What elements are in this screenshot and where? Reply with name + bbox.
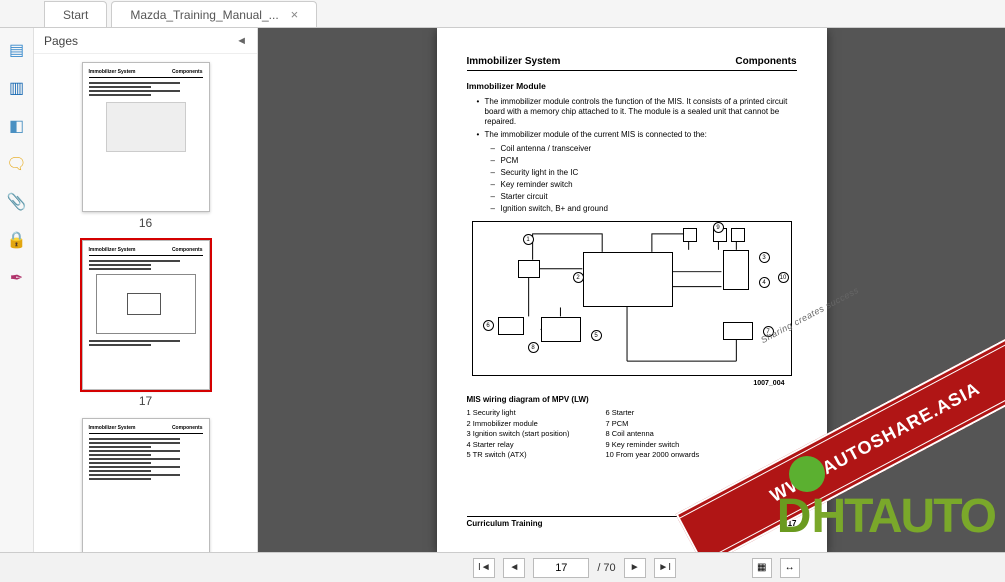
callout: 2 xyxy=(573,272,584,283)
close-icon[interactable]: × xyxy=(291,7,299,22)
page-footer-left: Curriculum Training xyxy=(467,519,543,528)
sidebar-title: Pages xyxy=(44,34,78,48)
sidebar: Pages ◄ Immobilizer SystemComponents 16 … xyxy=(34,28,258,552)
bullet: The immobilizer module of the current MI… xyxy=(477,130,797,140)
page-nav: I◄ ◄ / 70 ► ►I ▦ ↔ xyxy=(0,552,1005,582)
twitter-icon xyxy=(789,456,825,492)
view-mode-button[interactable]: ▦ xyxy=(752,558,772,578)
callout: 1 xyxy=(523,234,534,245)
callout: 10 xyxy=(778,272,789,283)
watermark-logo: DHTAUTO xyxy=(777,489,995,544)
page-header-right: Components xyxy=(735,56,796,67)
legend-item: 3 Ignition switch (start position) xyxy=(467,429,570,440)
page-header-left: Immobilizer System xyxy=(467,56,561,67)
sub-bullet: Ignition switch, B+ and ground xyxy=(491,204,797,213)
attachment-icon[interactable]: 📎 xyxy=(7,192,27,212)
collapse-icon[interactable]: ◄ xyxy=(236,35,247,47)
diagram-title: MIS wiring diagram of MPV (LW) xyxy=(467,395,797,404)
thumbnail[interactable]: Immobilizer SystemComponents 18 xyxy=(34,418,257,552)
pages-icon[interactable]: ▥ xyxy=(7,78,27,98)
page-input[interactable] xyxy=(533,558,589,578)
sub-bullet: Security light in the IC xyxy=(491,168,797,177)
legend-item: 1 Security light xyxy=(467,408,570,419)
legend-item: 2 Immobilizer module xyxy=(467,419,570,430)
layers-icon[interactable]: ◧ xyxy=(7,116,27,136)
legend-item: 7 PCM xyxy=(605,419,699,430)
callout: 9 xyxy=(713,222,724,233)
sub-bullet: PCM xyxy=(491,156,797,165)
tab-document[interactable]: Mazda_Training_Manual_... × xyxy=(111,1,317,27)
tab-start[interactable]: Start xyxy=(44,1,107,27)
signature-icon[interactable]: ✒ xyxy=(7,268,27,288)
page-total: / 70 xyxy=(597,562,615,574)
sub-bullet: Key reminder switch xyxy=(491,180,797,189)
thumbnail-list: Immobilizer SystemComponents 16 Immobili… xyxy=(34,54,257,552)
thumbnail[interactable]: Immobilizer SystemComponents 17 xyxy=(34,240,257,408)
lock-icon[interactable]: 🔒 xyxy=(7,230,27,250)
legend-item: 5 TR switch (ATX) xyxy=(467,450,570,461)
legend-item: 10 From year 2000 onwards xyxy=(605,450,699,461)
tab-document-label: Mazda_Training_Manual_... xyxy=(130,8,278,22)
first-page-button[interactable]: I◄ xyxy=(473,558,495,578)
last-page-button[interactable]: ►I xyxy=(654,558,676,578)
next-page-button[interactable]: ► xyxy=(624,558,646,578)
legend-item: 9 Key reminder switch xyxy=(605,440,699,451)
legend-item: 8 Coil antenna xyxy=(605,429,699,440)
legend-item: 4 Starter relay xyxy=(467,440,570,451)
callout: 3 xyxy=(759,252,770,263)
sub-bullet: Coil antenna / transceiver xyxy=(491,144,797,153)
wiring-diagram: 1 2 3 4 5 6 7 8 9 10 xyxy=(472,221,792,376)
comment-icon[interactable]: 🗨 xyxy=(7,154,27,174)
diagram-id: 1007_004 xyxy=(467,380,785,387)
callout: 5 xyxy=(591,330,602,341)
legend-item: 6 Starter xyxy=(605,408,699,419)
thumbnail-number: 17 xyxy=(139,394,152,408)
tool-strip: ▤ ▥ ◧ 🗨 📎 🔒 ✒ xyxy=(0,28,34,552)
thumbnail-number: 16 xyxy=(139,216,152,230)
page-subhead: Immobilizer Module xyxy=(467,81,797,91)
diagram-legend: 1 Security light 2 Immobilizer module 3 … xyxy=(467,408,797,461)
sub-bullet: Starter circuit xyxy=(491,192,797,201)
callout: 6 xyxy=(483,320,494,331)
page-viewer[interactable]: Immobilizer System Components Immobilize… xyxy=(258,28,1005,552)
logo-rest: HTAUTO xyxy=(811,489,995,544)
thumbnail[interactable]: Immobilizer SystemComponents 16 xyxy=(34,62,257,230)
tab-start-label: Start xyxy=(63,8,88,22)
document-icon[interactable]: ▤ xyxy=(7,40,27,60)
prev-page-button[interactable]: ◄ xyxy=(503,558,525,578)
callout: 8 xyxy=(528,342,539,353)
bullet: The immobilizer module controls the func… xyxy=(477,97,797,127)
fit-width-button[interactable]: ↔ xyxy=(780,558,800,578)
callout: 4 xyxy=(759,277,770,288)
logo-d: D xyxy=(777,489,812,544)
